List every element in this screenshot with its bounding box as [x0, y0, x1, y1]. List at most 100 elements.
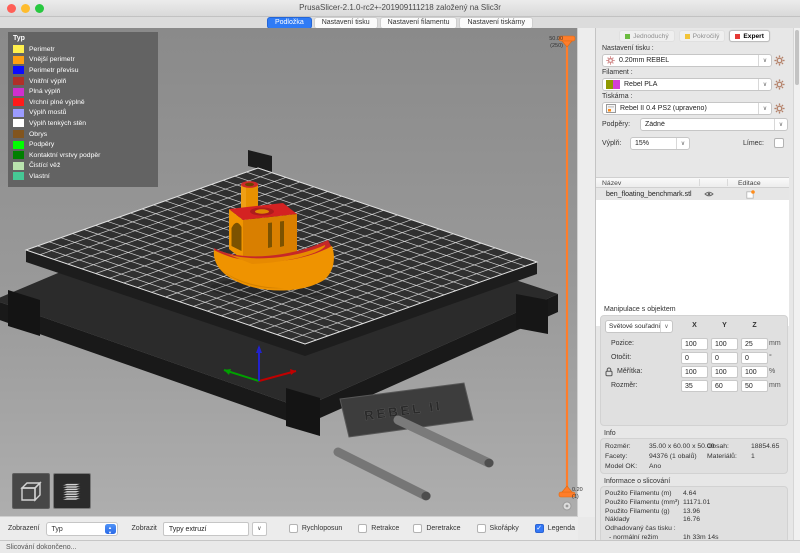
mode-label: Jednoduchý	[633, 33, 669, 40]
chevron-down-icon[interactable]: ∨	[758, 55, 771, 66]
checkbox-deretrakce[interactable]: Deretrakce	[413, 524, 460, 533]
view-type-select[interactable]: Typ ▲▼	[46, 522, 118, 536]
tab-podlo-ka[interactable]: Podložka	[267, 17, 312, 29]
chevron-down-icon[interactable]: ∨	[758, 103, 771, 114]
brim-checkbox[interactable]	[774, 138, 784, 148]
manip-row-otočit: Otočit:000°	[601, 352, 787, 364]
checkbox-label: Deretrakce	[426, 525, 460, 532]
layers-icon	[59, 479, 85, 503]
checkbox-skořápky[interactable]: Skořápky	[477, 524, 519, 533]
manip-row-rozměr: Rozměr:356050mm	[601, 380, 787, 392]
title-bar: PrusaSlicer-2.1.0-rc2+-201909111218 zalo…	[0, 0, 800, 17]
manip-row-label: Otočit:	[611, 354, 631, 361]
manipulation-title: Manipulace s objektem	[604, 306, 676, 313]
chevron-down-icon[interactable]: ∨	[774, 119, 787, 130]
manip-field[interactable]: 25	[741, 338, 768, 350]
manip-field[interactable]: 100	[741, 366, 768, 378]
tab-nastaven-filamentu[interactable]: Nastavení filamentu	[380, 17, 458, 29]
infill-select[interactable]: 15% ∨	[630, 137, 690, 150]
manip-row-pozice: Pozice:10010025mm	[601, 338, 787, 350]
visibility-eye-icon[interactable]	[704, 190, 714, 200]
manip-field[interactable]: 50	[741, 380, 768, 392]
chevron-down-icon[interactable]: ∨	[758, 79, 771, 90]
legend-item-label: Perimetr	[29, 46, 55, 53]
manip-field[interactable]: 60	[711, 380, 738, 392]
legend-color-chip	[13, 77, 24, 85]
gear-icon	[774, 79, 785, 90]
checkbox-box[interactable]	[413, 524, 422, 533]
manip-field[interactable]: 35	[681, 380, 708, 392]
printer-select[interactable]: Rebel II 0.4 PS2 (upraveno) ∨	[602, 102, 772, 115]
print-settings-gear-button[interactable]	[773, 54, 786, 67]
legend-title: Typ	[13, 35, 153, 42]
info-label: Facety:	[605, 453, 627, 460]
legend-color-chip	[13, 66, 24, 74]
filament-gear-button[interactable]	[773, 78, 786, 91]
checkbox-legenda[interactable]: ✓Legenda	[535, 524, 575, 533]
manip-field[interactable]: 0	[741, 352, 768, 364]
tab-nastaven-tisku[interactable]: Nastavení tisku	[314, 17, 378, 29]
info-title: Info	[604, 430, 616, 437]
status-text: Slicování dokončeno...	[6, 544, 76, 551]
slicing-value: 11171.01	[683, 499, 710, 506]
window-title: PrusaSlicer-2.1.0-rc2+-201909111218 zalo…	[0, 3, 800, 12]
manip-field[interactable]: 0	[711, 352, 738, 364]
slider-top-layer: (250)	[550, 43, 563, 49]
manip-row-label: Pozice:	[611, 340, 634, 347]
filament-select[interactable]: Rebel PLA ∨	[602, 78, 772, 91]
tab-nastaven-tisk-rny[interactable]: Nastavení tiskárny	[459, 17, 533, 29]
legend-item-label: Výplň mostů	[29, 109, 66, 116]
checkbox-box[interactable]	[358, 524, 367, 533]
chevron-down-icon[interactable]: ∨	[252, 522, 267, 536]
show-features-combobox[interactable]: Typy extruzí	[163, 522, 249, 536]
coords-select[interactable]: Světové souřadnice ∨	[605, 320, 673, 333]
object-list-row[interactable]: ben_floating_benchmark.stl	[596, 188, 789, 200]
slicing-value: 4.64	[683, 490, 696, 497]
info-row: Facety:94376 (1 obalů)Materiálů:1	[601, 453, 787, 463]
mode-button-jednoduchý[interactable]: Jednoduchý	[619, 30, 675, 42]
chevron-down-icon[interactable]: ∨	[660, 321, 672, 332]
slicing-label: Použito Filamentu (m)	[605, 490, 671, 497]
checkbox-box[interactable]	[289, 524, 298, 533]
edit-object-icon[interactable]	[746, 190, 755, 201]
checkbox-retrakce[interactable]: Retrakce	[358, 524, 399, 533]
object-name: ben_floating_benchmark.stl	[606, 191, 789, 198]
manip-field[interactable]: 0	[681, 352, 708, 364]
mode-color-square	[735, 34, 740, 39]
supports-value: Žádné	[641, 121, 774, 128]
layers-preview-button[interactable]	[53, 473, 91, 509]
manip-field[interactable]: 100	[681, 338, 708, 350]
mode-color-square	[625, 34, 630, 39]
legend-item-label: Vnější perimetr	[29, 56, 75, 63]
manip-field[interactable]: 100	[711, 366, 738, 378]
supports-select[interactable]: Žádné ∨	[640, 118, 788, 131]
legend-item-label: Plná výplň	[29, 88, 60, 95]
legend-item: Výplň mostů	[13, 108, 153, 119]
slider-bottom-layer: (1)	[572, 494, 579, 500]
view-label: Zobrazení	[8, 525, 40, 532]
slicing-label: Použito Filamentu (g)	[605, 508, 670, 515]
infill-label: Výplň:	[602, 140, 621, 147]
checkbox-box[interactable]: ✓	[535, 524, 544, 533]
window-scrollbar[interactable]	[793, 28, 800, 540]
legend-item: Vrchní plné výplně	[13, 97, 153, 108]
print-settings-select[interactable]: 0.20mm REBEL ∨	[602, 54, 772, 67]
manip-field[interactable]: 100	[681, 366, 708, 378]
slider-top-value: 50.00	[549, 36, 563, 42]
lock-icon[interactable]	[605, 367, 613, 379]
view-type-value: Typ	[52, 526, 63, 533]
chevron-down-icon[interactable]: ∨	[676, 138, 689, 149]
printer-gear-button[interactable]	[773, 102, 786, 115]
checkbox-rychloposun[interactable]: Rychloposun	[289, 524, 342, 533]
feature-type-legend: Typ PerimetrVnější perimetrPerimetr přev…	[8, 32, 158, 187]
mode-button-expert[interactable]: Expert	[729, 30, 770, 42]
edit-column-header: Editace	[738, 180, 761, 187]
manip-field[interactable]: 100	[711, 338, 738, 350]
legend-item: Vnitřní výplň	[13, 76, 153, 87]
3d-view-button[interactable]	[12, 473, 50, 509]
axis-header-x: X	[681, 322, 708, 329]
checkbox-box[interactable]	[477, 524, 486, 533]
legend-item-label: Obrys	[29, 131, 47, 138]
mode-button-pokročilý[interactable]: Pokročilý	[679, 30, 726, 42]
filament-value: Rebel PLA	[620, 81, 758, 88]
